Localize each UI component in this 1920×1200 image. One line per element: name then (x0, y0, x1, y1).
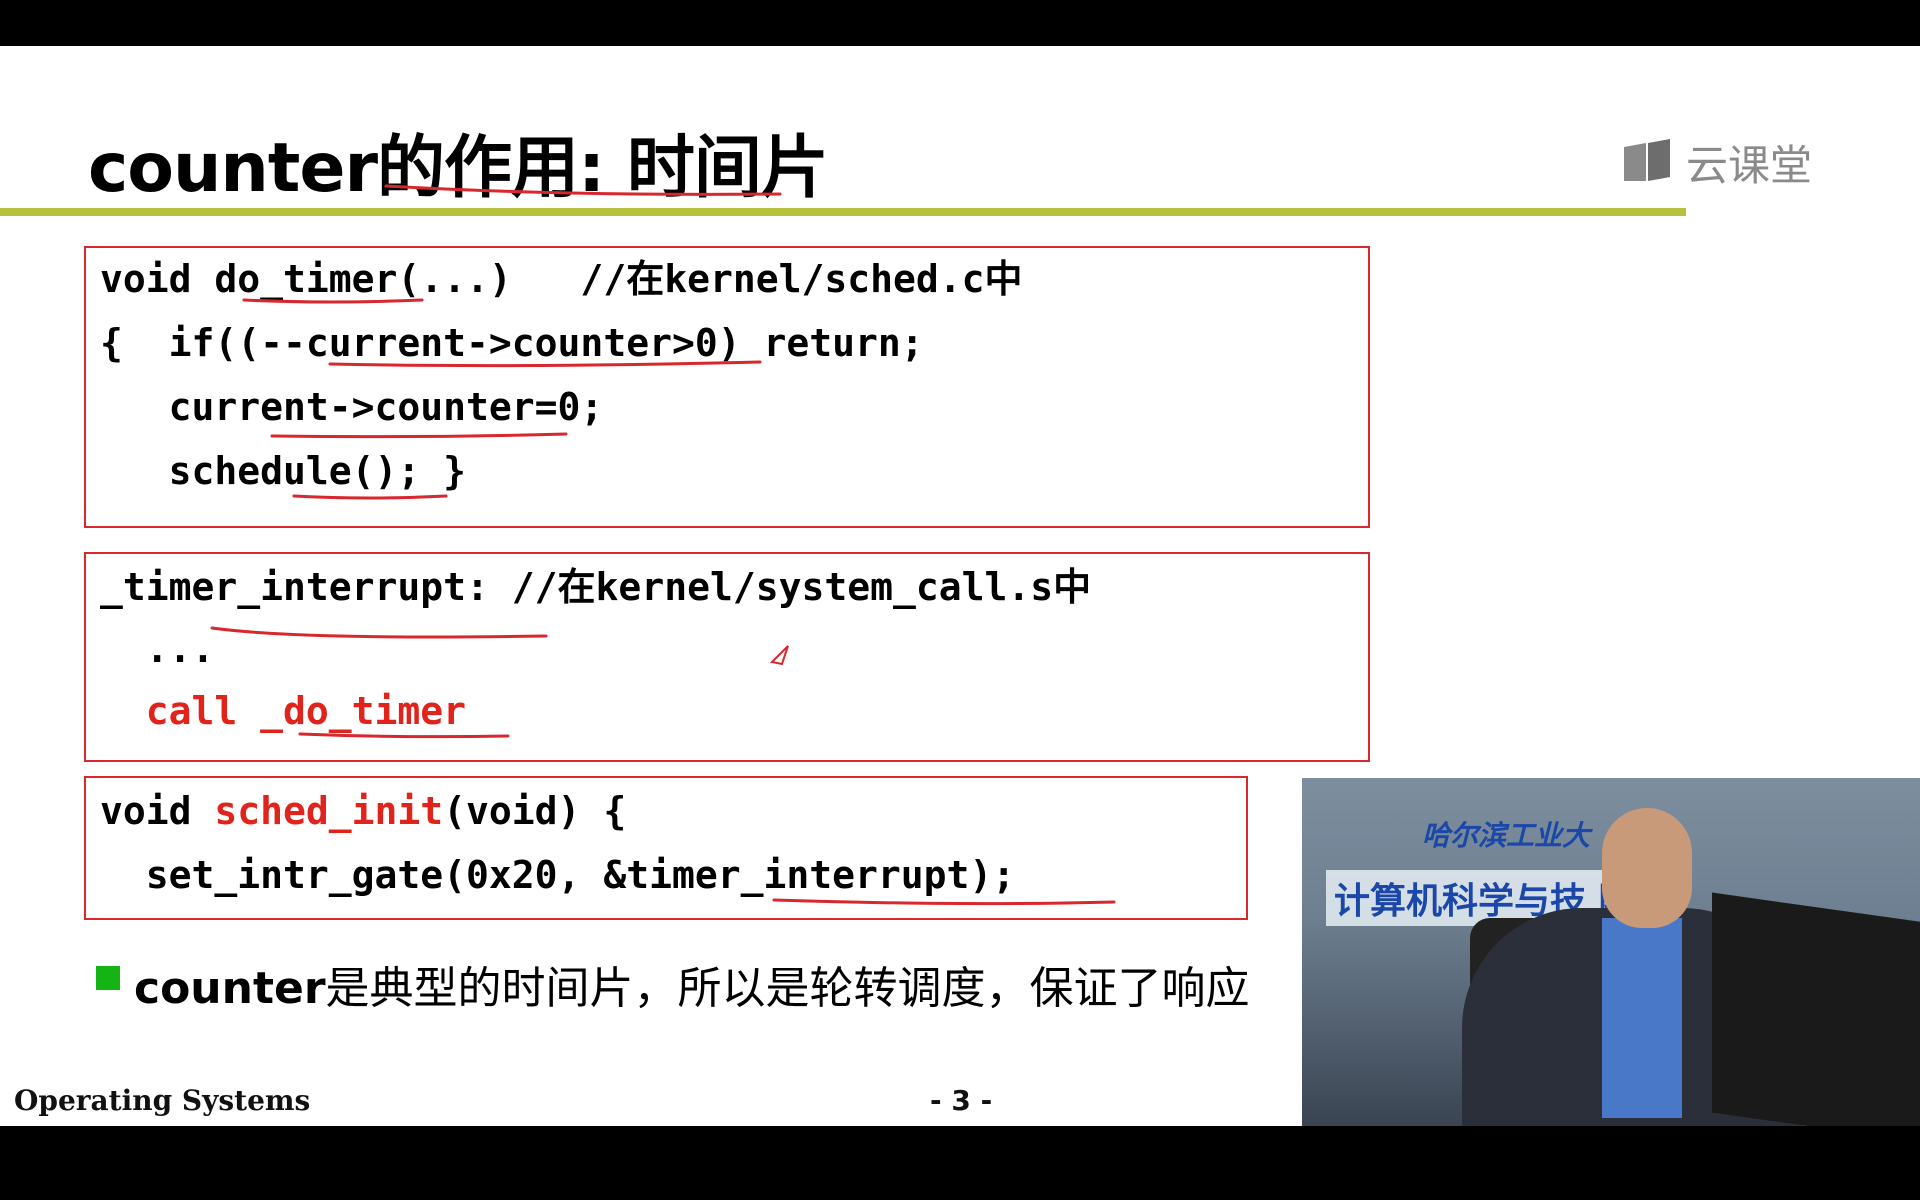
presenter-video[interactable]: 哈尔滨工业大 计算机科学与技 院 (1302, 778, 1920, 1126)
bullet-square-icon (96, 966, 120, 990)
code-line: current->counter=0; (100, 385, 604, 429)
bullet-body: 是典型的时间片，所以是轮转调度，保证了响应 (325, 963, 1250, 1014)
code-line: { if((--current->counter>0) return; (100, 321, 924, 365)
bullet-bold: counter (134, 963, 326, 1014)
presenter-head (1602, 808, 1692, 928)
code-box-sched-init: void sched_init(void) { set_intr_gate(0x… (84, 776, 1248, 920)
title-underline-rule (0, 208, 1686, 216)
code-sched-init: sched_init (214, 789, 444, 833)
slide: counter的作用: 时间片 云课堂 void do_timer(...) /… (0, 46, 1920, 1126)
video-university-sign: 哈尔滨工业大 (1422, 819, 1591, 852)
code-line: ... (100, 627, 215, 671)
code-void-params: (void) { (443, 789, 627, 833)
code-line: void sched_init(void) { (100, 792, 626, 830)
code-box-timer-interrupt: _timer_interrupt: //在kernel/system_call.… (84, 552, 1370, 762)
slide-title: counter的作用: 时间片 (88, 129, 829, 208)
yunketang-logo: 云课堂 (1622, 134, 1812, 190)
code-box-do-timer: void do_timer(...) //在kernel/sched.c中 { … (84, 246, 1370, 528)
video-monitor (1712, 892, 1920, 1126)
footer-page-number: - 3 - (930, 1084, 993, 1117)
code-line: schedule(); } (100, 449, 467, 493)
code-line: void do_timer(...) //在kernel/sched.c中 (100, 257, 1023, 301)
footer-course-name: Operating Systems (14, 1084, 311, 1117)
code-line: _timer_interrupt: //在kernel/system_call.… (100, 565, 1092, 609)
presenter-shirt (1602, 918, 1682, 1118)
code-line: set_intr_gate(0x20, &timer_interrupt); (100, 853, 1016, 897)
book-icon (1624, 139, 1670, 181)
bullet-text: counter是典型的时间片，所以是轮转调度，保证了响应 (134, 948, 1264, 1030)
code-line-call-do-timer: call _do_timer (100, 689, 467, 733)
code-void: void (100, 789, 215, 833)
logo-text: 云课堂 (1686, 140, 1813, 190)
